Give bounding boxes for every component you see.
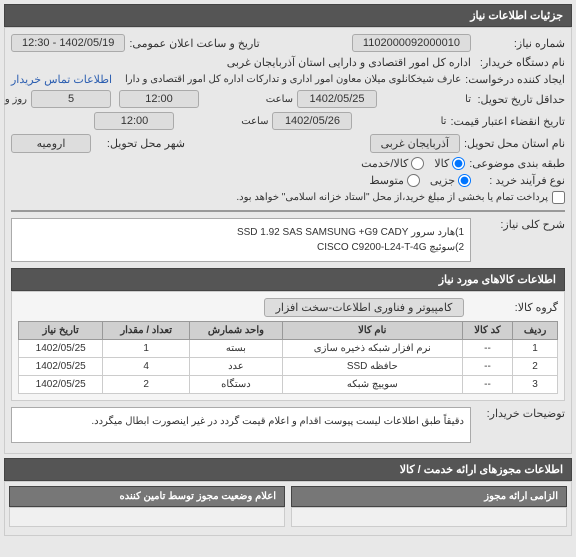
label-need-no: شماره نیاز: (475, 37, 565, 50)
label-buyer-notes: توضیحات خریدار: (475, 407, 565, 420)
th-unit: واحد شمارش (189, 322, 282, 340)
deadline-time: 12:00 (119, 90, 199, 108)
th-qty: تعداد / مقدار (103, 322, 190, 340)
credit-date: 1402/05/26 (272, 112, 352, 130)
cell-row: 2 (513, 358, 558, 376)
cell-qty: 1 (103, 340, 190, 358)
section-license-header: اطلاعات مجوزهای ارائه خدمت / کالا (4, 458, 572, 481)
radio-goods[interactable]: کالا (434, 157, 465, 170)
value-requester: عارف شیخکانلوی میلان معاون امور اداری و … (125, 74, 461, 85)
table-row[interactable]: 1 -- نرم افزار شبکه ذخیره سازی بسته 1 14… (19, 340, 558, 358)
cell-unit: دستگاه (189, 376, 282, 394)
radio-low-label: جزیی (430, 174, 455, 187)
section-need-details-header: جزئیات اطلاعات نیاز (4, 4, 572, 27)
cell-qty: 2 (103, 376, 190, 394)
cell-name: سوییچ شبکه (282, 376, 462, 394)
value-buyer-org: اداره کل امور اقتصادی و دارایی استان آذر… (227, 56, 471, 69)
cell-name: نرم افزار شبکه ذخیره سازی (282, 340, 462, 358)
value-goods-group: کامپیوتر و فناوری اطلاعات-سخت افزار (264, 298, 464, 317)
cell-code: -- (462, 358, 512, 376)
contact-info-link[interactable]: اطلاعات تماس خریدار (11, 73, 112, 86)
label-buyer-org: نام دستگاه خریدار: (475, 56, 565, 69)
label-purchase-type: نوع فرآیند خرید : (475, 174, 565, 187)
section-items-header: اطلاعات کالاهای مورد نیاز (11, 268, 565, 291)
payment-note: پرداخت تمام یا بخشی از مبلغ خرید،از محل … (236, 192, 548, 203)
cell-date: 1402/05/25 (19, 358, 103, 376)
radio-service[interactable]: کالا/خدمت (361, 157, 424, 170)
radio-low-input[interactable] (458, 174, 471, 187)
items-table: ردیف کد کالا نام کالا واحد شمارش تعداد /… (18, 321, 558, 394)
label-goods-group: گروه کالا: (468, 301, 558, 314)
radio-low[interactable]: جزیی (430, 174, 471, 187)
supplier-license-header: اعلام وضعیت مجوز توسط تامین کننده (9, 486, 285, 507)
radio-mid[interactable]: متوسط (369, 174, 420, 187)
radio-mid-label: متوسط (369, 174, 404, 187)
value-city: ارومیه (11, 134, 91, 153)
label-until-1: تا (381, 94, 471, 105)
self-license-body (291, 507, 567, 527)
label-time-1: ساعت (203, 94, 293, 105)
radio-goods-input[interactable] (452, 157, 465, 170)
th-row: ردیف (513, 322, 558, 340)
payment-checkbox[interactable] (552, 191, 565, 204)
purchase-type-group: جزیی متوسط (369, 174, 471, 187)
radio-service-label: کالا/خدمت (361, 157, 408, 170)
value-province: آذربایجان غربی (370, 134, 460, 153)
self-license-header: الزامی ارائه مجوز (291, 486, 567, 507)
table-header-row: ردیف کد کالا نام کالا واحد شمارش تعداد /… (19, 322, 558, 340)
th-name: نام کالا (282, 322, 462, 340)
cell-row: 1 (513, 340, 558, 358)
cell-name: حافظه SSD (282, 358, 462, 376)
credit-time: 12:00 (94, 112, 174, 130)
cell-unit: عدد (189, 358, 282, 376)
need-details-form: شماره نیاز: 1102000092000010 تاریخ و ساع… (4, 27, 572, 454)
th-date: تاریخ نیاز (19, 322, 103, 340)
label-announce-date: تاریخ و ساعت اعلان عمومی: (129, 37, 259, 50)
cell-code: -- (462, 376, 512, 394)
buyer-notes-box: دقیقاً طبق اطلاعات لیست پیوست اقدام و اع… (11, 407, 471, 443)
label-general-title: شرح کلی نیاز: (475, 218, 565, 231)
table-row[interactable]: 2 -- حافظه SSD عدد 4 1402/05/25 (19, 358, 558, 376)
supplier-license-body (9, 507, 285, 527)
cell-qty: 4 (103, 358, 190, 376)
value-need-no: 1102000092000010 (352, 34, 471, 52)
label-time-2: ساعت (178, 116, 268, 127)
label-city: شهر محل تحویل: (95, 137, 185, 150)
label-province: نام استان محل تحویل: (464, 137, 565, 150)
cell-code: -- (462, 340, 512, 358)
label-until-2: تا (356, 116, 446, 127)
license-area: الزامی ارائه مجوز اعلام وضعیت مجوز توسط … (4, 481, 572, 536)
th-code: کد کالا (462, 322, 512, 340)
general-title-box: 1)هارد سرور SSD 1.92 SAS SAMSUNG +G9 CAD… (11, 218, 471, 262)
label-deadline: حداقل تاریخ تحویل: (475, 93, 565, 106)
items-box: گروه کالا: کامپیوتر و فناوری اطلاعات-سخت… (11, 291, 565, 401)
radio-goods-label: کالا (434, 157, 449, 170)
cell-date: 1402/05/25 (19, 376, 103, 394)
label-packaging: طبقه بندی موضوعی: (469, 157, 565, 170)
packaging-radio-group: کالا کالا/خدمت (361, 157, 465, 170)
label-day-and: روز و (0, 94, 27, 105)
cell-unit: بسته (189, 340, 282, 358)
deadline-date: 1402/05/25 (297, 90, 377, 108)
separator (11, 210, 565, 212)
remaining-days: 5 (31, 90, 111, 108)
cell-row: 3 (513, 376, 558, 394)
label-requester: ایجاد کننده درخواست: (465, 73, 565, 86)
table-row[interactable]: 3 -- سوییچ شبکه دستگاه 2 1402/05/25 (19, 376, 558, 394)
radio-mid-input[interactable] (407, 174, 420, 187)
label-credit-expiry: تاریخ انقضاء اعتبار قیمت: (450, 115, 565, 128)
cell-date: 1402/05/25 (19, 340, 103, 358)
radio-service-input[interactable] (411, 157, 424, 170)
value-announce-date: 1402/05/19 - 12:30 (11, 34, 125, 52)
